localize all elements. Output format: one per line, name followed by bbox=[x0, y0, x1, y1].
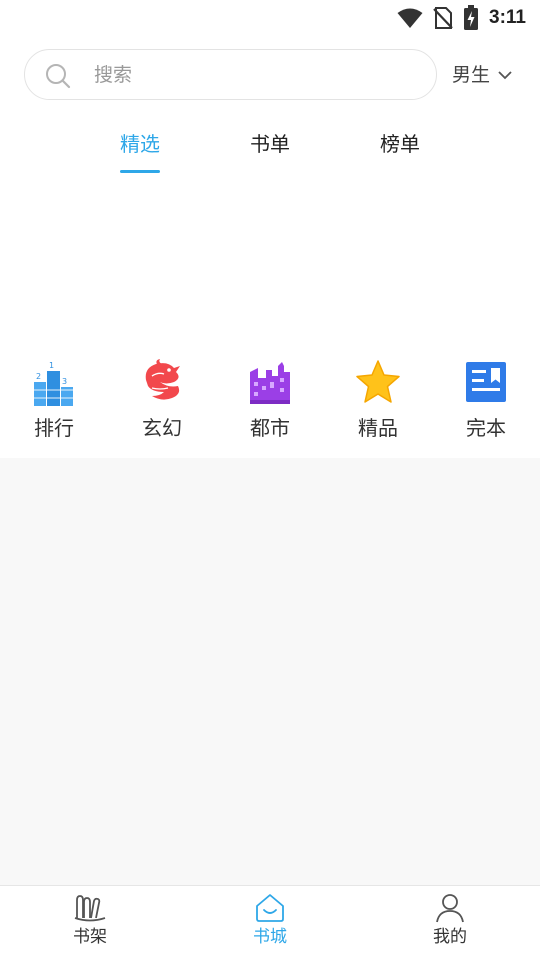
star-icon bbox=[356, 360, 400, 403]
profile-icon bbox=[436, 894, 464, 923]
tab-bar: 精选 书单 榜单 bbox=[0, 128, 540, 178]
status-icons: 3:11 bbox=[397, 5, 526, 31]
ranking-podium-icon: 1 2 3 bbox=[34, 361, 73, 406]
tab-label: 书单 bbox=[250, 132, 290, 156]
active-tab-indicator bbox=[120, 170, 160, 173]
category-label: 都市 bbox=[250, 416, 290, 440]
battery-charging-icon bbox=[464, 5, 479, 30]
status-bar: 3:11 bbox=[0, 0, 540, 36]
nav-bookshelf[interactable]: 书架 bbox=[40, 892, 140, 948]
gender-selector[interactable]: 男生 bbox=[452, 62, 512, 88]
category-urban[interactable]: 都市 bbox=[230, 358, 310, 441]
wifi-icon bbox=[397, 8, 423, 28]
tab-booklists[interactable]: 书单 bbox=[230, 128, 310, 160]
nav-bookstore[interactable]: 书城 bbox=[220, 892, 320, 948]
finished-book-icon bbox=[466, 362, 506, 402]
tab-label: 精选 bbox=[120, 132, 160, 156]
chevron-down-icon bbox=[498, 71, 512, 80]
status-time: 3:11 bbox=[489, 7, 526, 28]
category-premium[interactable]: 精品 bbox=[338, 358, 418, 441]
dragon-icon bbox=[145, 359, 180, 400]
nav-profile[interactable]: 我的 bbox=[400, 892, 500, 948]
tab-rankings[interactable]: 榜单 bbox=[360, 128, 440, 160]
category-label: 完本 bbox=[466, 416, 506, 440]
search-placeholder: 搜索 bbox=[94, 64, 133, 86]
nav-label: 书架 bbox=[73, 927, 107, 947]
category-completed[interactable]: 完本 bbox=[446, 358, 526, 441]
city-buildings-icon bbox=[250, 362, 290, 404]
nav-label: 我的 bbox=[433, 927, 467, 947]
category-label: 排行 bbox=[34, 416, 74, 440]
category-ranking[interactable]: 1 2 3 排行 bbox=[14, 358, 94, 441]
content-area bbox=[0, 458, 540, 885]
bookshelf-icon bbox=[74, 895, 106, 922]
tab-label: 榜单 bbox=[380, 132, 420, 156]
category-fantasy[interactable]: 玄幻 bbox=[122, 358, 202, 441]
search-input[interactable]: 搜索 bbox=[24, 49, 437, 100]
category-label: 玄幻 bbox=[142, 416, 182, 440]
svg-text:1: 1 bbox=[49, 361, 54, 370]
tab-featured[interactable]: 精选 bbox=[100, 128, 180, 173]
bottom-navigation: 书架 书城 我的 bbox=[0, 885, 540, 960]
search-icon bbox=[46, 64, 71, 89]
svg-text:3: 3 bbox=[62, 377, 67, 386]
category-row: 1 2 3 排行 玄幻 都市 精品 完本 bbox=[0, 358, 540, 458]
bookstore-home-icon bbox=[256, 894, 284, 922]
nav-label: 书城 bbox=[253, 927, 287, 947]
no-sim-icon bbox=[433, 7, 453, 29]
category-label: 精品 bbox=[358, 416, 398, 440]
gender-selector-label: 男生 bbox=[452, 64, 491, 86]
svg-text:2: 2 bbox=[36, 372, 41, 381]
